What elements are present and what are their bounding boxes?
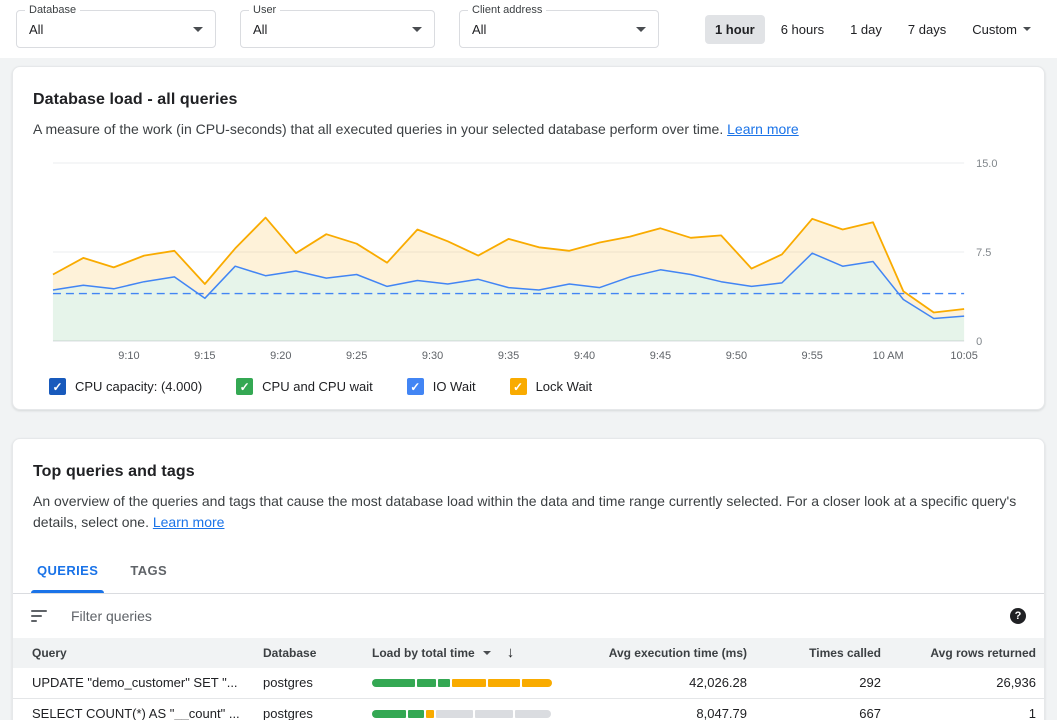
svg-text:10:05: 10:05 [950, 350, 977, 362]
svg-text:9:55: 9:55 [802, 350, 823, 362]
client-address-filter-label: Client address [468, 4, 546, 16]
avg-execution-time-cell: 42,026.28 [568, 675, 747, 690]
card-title: Top queries and tags [13, 463, 1044, 481]
query-cell[interactable]: SELECT COUNT(*) AS "__count" ... [13, 706, 263, 720]
column-header-query[interactable]: Query [13, 646, 263, 660]
client-address-filter-value: All [472, 22, 486, 37]
legend-label: CPU capacity: (4.000) [75, 379, 202, 394]
svg-text:9:40: 9:40 [574, 350, 595, 362]
avg-rows-returned-cell: 1 [881, 706, 1044, 720]
chart-area: 0 7.5 15.0 9:10 9:15 9:20 9:25 9:30 9:35 9:40 9:45… [33, 151, 1024, 366]
chevron-down-icon [412, 27, 422, 32]
time-range-6-hours[interactable]: 6 hours [771, 15, 834, 44]
legend-cpu-and-cpu-wait[interactable]: ✓ CPU and CPU wait [236, 378, 373, 395]
avg-execution-time-cell: 8,047.79 [568, 706, 747, 720]
checkbox-checked-icon[interactable]: ✓ [510, 378, 527, 395]
time-range-7-days[interactable]: 7 days [898, 15, 956, 44]
chevron-down-icon [636, 27, 646, 32]
tab-tags[interactable]: TAGS [114, 548, 183, 593]
svg-text:7.5: 7.5 [976, 247, 991, 259]
chevron-down-icon [1023, 27, 1031, 31]
filter-bar: Database All User All Client address All… [0, 0, 1057, 58]
svg-text:9:10: 9:10 [118, 350, 139, 362]
checkbox-checked-icon[interactable]: ✓ [49, 378, 66, 395]
database-filter-select[interactable]: Database All [16, 10, 216, 48]
learn-more-link[interactable]: Learn more [727, 121, 799, 137]
load-bar [372, 679, 552, 687]
column-menu-caret-icon[interactable] [483, 651, 491, 655]
legend-cpu-capacity[interactable]: ✓ CPU capacity: (4.000) [49, 378, 202, 395]
chart-legend: ✓ CPU capacity: (4.000) ✓ CPU and CPU wa… [33, 378, 1024, 395]
legend-lock-wait[interactable]: ✓ Lock Wait [510, 378, 593, 395]
database-filter-label: Database [25, 4, 80, 16]
legend-label: Lock Wait [536, 379, 593, 394]
legend-io-wait[interactable]: ✓ IO Wait [407, 378, 476, 395]
user-filter-value: All [253, 22, 267, 37]
user-filter-label: User [249, 4, 280, 16]
card-description-text: A measure of the work (in CPU-seconds) t… [33, 121, 723, 137]
checkbox-checked-icon[interactable]: ✓ [407, 378, 424, 395]
svg-text:9:30: 9:30 [422, 350, 443, 362]
table-header: Query Database Load by total time ↓ Avg … [13, 638, 1044, 668]
help-icon[interactable]: ? [1010, 608, 1026, 624]
column-header-database[interactable]: Database [263, 646, 372, 660]
time-range-custom-label: Custom [972, 22, 1017, 37]
client-address-filter-select[interactable]: Client address All [459, 10, 659, 48]
database-cell: postgres [263, 675, 372, 690]
learn-more-link[interactable]: Learn more [153, 514, 225, 530]
legend-label: IO Wait [433, 379, 476, 394]
column-header-load-by-total-time[interactable]: Load by total time ↓ [372, 644, 568, 661]
load-cell [372, 679, 568, 687]
top-queries-card: Top queries and tags An overview of the … [12, 438, 1045, 720]
svg-text:9:25: 9:25 [346, 350, 367, 362]
table-row[interactable]: UPDATE "demo_customer" SET "... postgres… [13, 668, 1044, 699]
query-cell[interactable]: UPDATE "demo_customer" SET "... [13, 675, 263, 690]
user-filter-select[interactable]: User All [240, 10, 435, 48]
card-description: An overview of the queries and tags that… [13, 491, 1044, 532]
checkbox-checked-icon[interactable]: ✓ [236, 378, 253, 395]
svg-text:9:20: 9:20 [270, 350, 291, 362]
svg-text:9:50: 9:50 [726, 350, 747, 362]
sort-descending-icon[interactable]: ↓ [507, 644, 515, 661]
svg-text:15.0: 15.0 [976, 158, 997, 170]
database-load-card: Database load - all queries A measure of… [12, 66, 1045, 410]
times-called-cell: 667 [747, 706, 881, 720]
card-title: Database load - all queries [33, 91, 1024, 109]
filter-icon[interactable] [31, 610, 47, 622]
database-load-chart: 0 7.5 15.0 9:10 9:15 9:20 9:25 9:30 9:35 9:40 9:45… [33, 151, 1024, 366]
svg-text:10 AM: 10 AM [873, 350, 904, 362]
svg-text:9:35: 9:35 [498, 350, 519, 362]
card-description: A measure of the work (in CPU-seconds) t… [33, 119, 1024, 139]
column-header-label: Load by total time [372, 646, 475, 660]
time-range-custom[interactable]: Custom [962, 15, 1041, 44]
load-cell [372, 710, 568, 718]
time-range-1-hour[interactable]: 1 hour [705, 15, 765, 44]
column-header-times-called[interactable]: Times called [747, 646, 881, 660]
column-header-avg-rows-returned[interactable]: Avg rows returned [881, 646, 1044, 660]
column-header-avg-execution-time[interactable]: Avg execution time (ms) [568, 646, 747, 660]
tab-bar: QUERIES TAGS [13, 548, 1044, 594]
load-bar [372, 710, 552, 718]
avg-rows-returned-cell: 26,936 [881, 675, 1044, 690]
database-cell: postgres [263, 706, 372, 720]
filter-row: ? [13, 594, 1044, 638]
database-filter-value: All [29, 22, 43, 37]
svg-text:9:45: 9:45 [650, 350, 671, 362]
time-range-1-day[interactable]: 1 day [840, 15, 892, 44]
legend-label: CPU and CPU wait [262, 379, 373, 394]
chevron-down-icon [193, 27, 203, 32]
time-range-group: 1 hour 6 hours 1 day 7 days Custom [705, 15, 1041, 44]
svg-text:0: 0 [976, 336, 982, 348]
times-called-cell: 292 [747, 675, 881, 690]
svg-text:9:15: 9:15 [194, 350, 215, 362]
filter-queries-input[interactable] [71, 608, 998, 624]
table-row[interactable]: SELECT COUNT(*) AS "__count" ... postgre… [13, 699, 1044, 720]
tab-queries[interactable]: QUERIES [21, 548, 114, 593]
